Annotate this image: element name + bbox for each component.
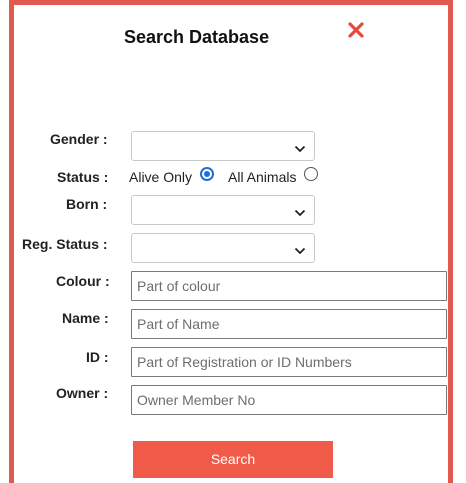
name-input[interactable]	[131, 309, 447, 339]
chevron-down-icon	[294, 205, 306, 223]
status-label: Status :	[57, 169, 109, 185]
id-label: ID :	[86, 349, 109, 365]
alive-only-label: Alive Only	[129, 169, 193, 185]
search-dialog: Search Database Gender : Status : Alive …	[9, 0, 453, 483]
search-button[interactable]: Search	[133, 441, 333, 478]
reg-status-select[interactable]	[131, 233, 315, 263]
owner-label: Owner :	[56, 385, 109, 401]
alive-only-radio[interactable]	[200, 167, 214, 181]
colour-label: Colour :	[56, 273, 110, 289]
owner-input[interactable]	[131, 385, 447, 415]
all-animals-label: All Animals	[228, 169, 297, 185]
all-animals-radio[interactable]	[304, 167, 318, 181]
born-label: Born :	[66, 196, 108, 212]
chevron-down-icon	[294, 141, 306, 159]
close-icon[interactable]	[346, 20, 370, 44]
name-label: Name :	[62, 310, 109, 326]
born-select[interactable]	[131, 195, 315, 225]
gender-select[interactable]	[131, 131, 315, 161]
reg-status-label: Reg. Status :	[22, 236, 108, 252]
chevron-down-icon	[294, 243, 306, 261]
gender-label: Gender :	[50, 131, 108, 147]
colour-input[interactable]	[131, 271, 447, 301]
id-input[interactable]	[131, 347, 447, 377]
dialog-title: Search Database	[124, 27, 270, 47]
